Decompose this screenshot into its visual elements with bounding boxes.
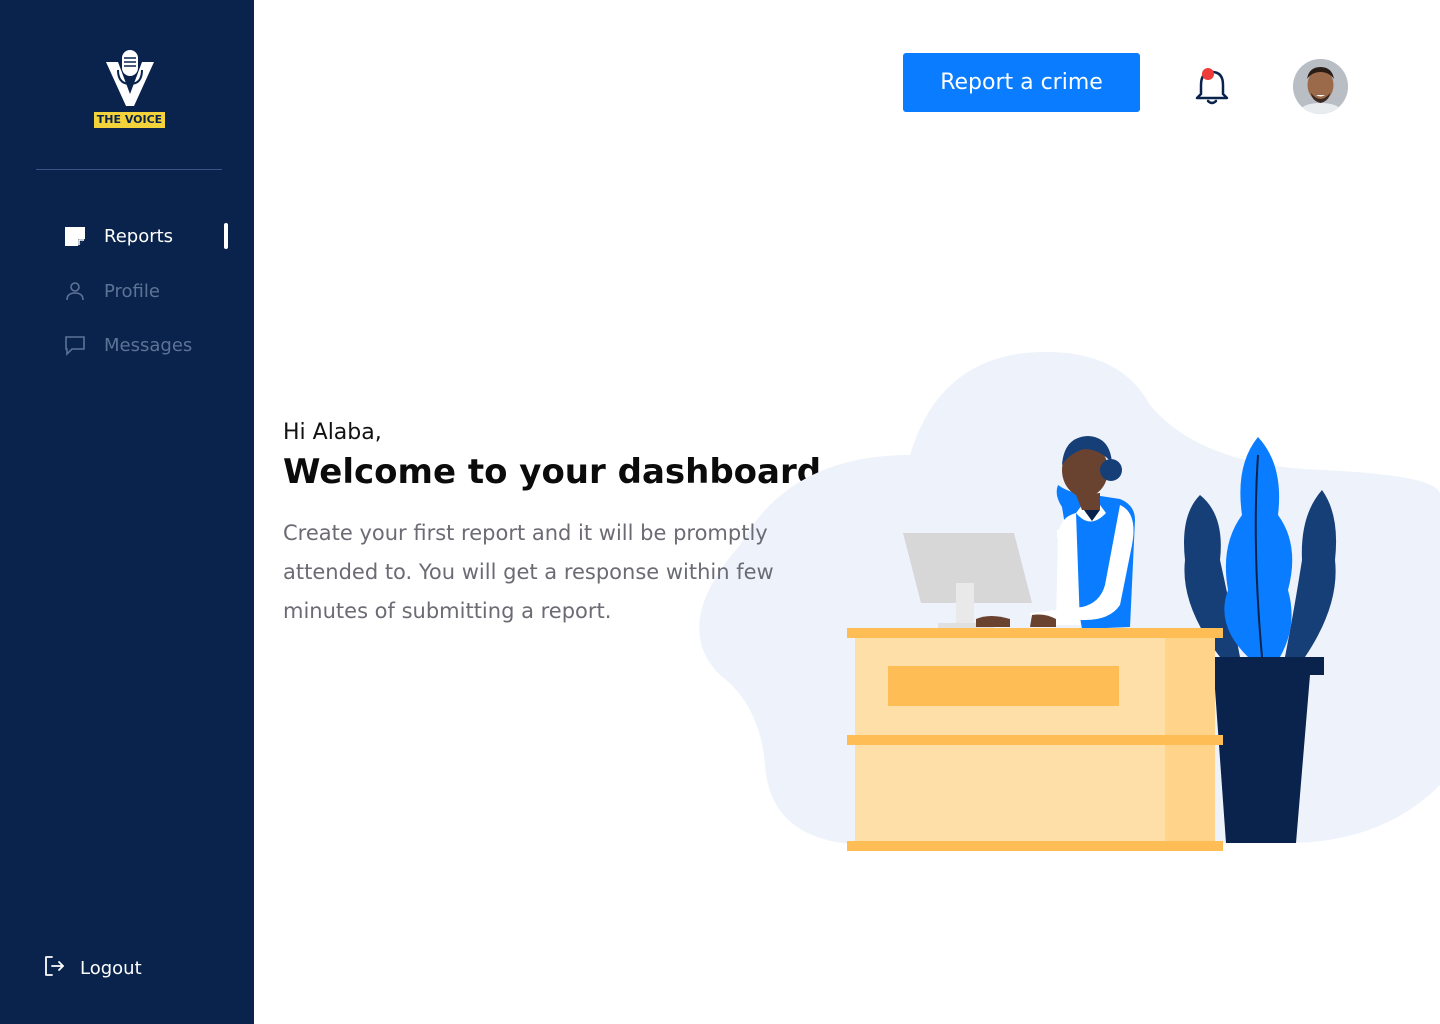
page-description: Create your first report and it will be … [283, 521, 774, 623]
logout-icon [42, 954, 66, 982]
sidebar-item-label: Messages [104, 334, 193, 356]
active-indicator [224, 223, 228, 249]
sidebar-item-reports[interactable]: Reports [62, 222, 242, 250]
message-icon [62, 332, 88, 358]
brand-logo[interactable]: THE VOICE [94, 48, 166, 130]
sidebar-item-label: Profile [104, 280, 160, 302]
notification-dot [1202, 68, 1214, 80]
user-icon [62, 278, 88, 304]
brand-name: THE VOICE [94, 112, 165, 128]
report-crime-button[interactable]: Report a crime [903, 53, 1140, 112]
sidebar-item-profile[interactable]: Profile [62, 277, 242, 305]
logout-label: Logout [80, 957, 142, 979]
note-icon [62, 223, 88, 249]
sidebar-item-messages[interactable]: Messages [62, 331, 242, 359]
logout-button[interactable]: Logout [42, 954, 142, 982]
sidebar-divider [36, 169, 222, 170]
avatar[interactable] [1293, 59, 1348, 114]
bell-icon [1195, 68, 1229, 105]
microphone-icon [106, 50, 154, 106]
sidebar: THE VOICE Reports Profile Messages Logou… [0, 0, 254, 1024]
notifications-button[interactable] [1192, 64, 1232, 108]
greeting: Hi Alaba, [283, 420, 382, 445]
sidebar-item-label: Reports [104, 225, 174, 247]
